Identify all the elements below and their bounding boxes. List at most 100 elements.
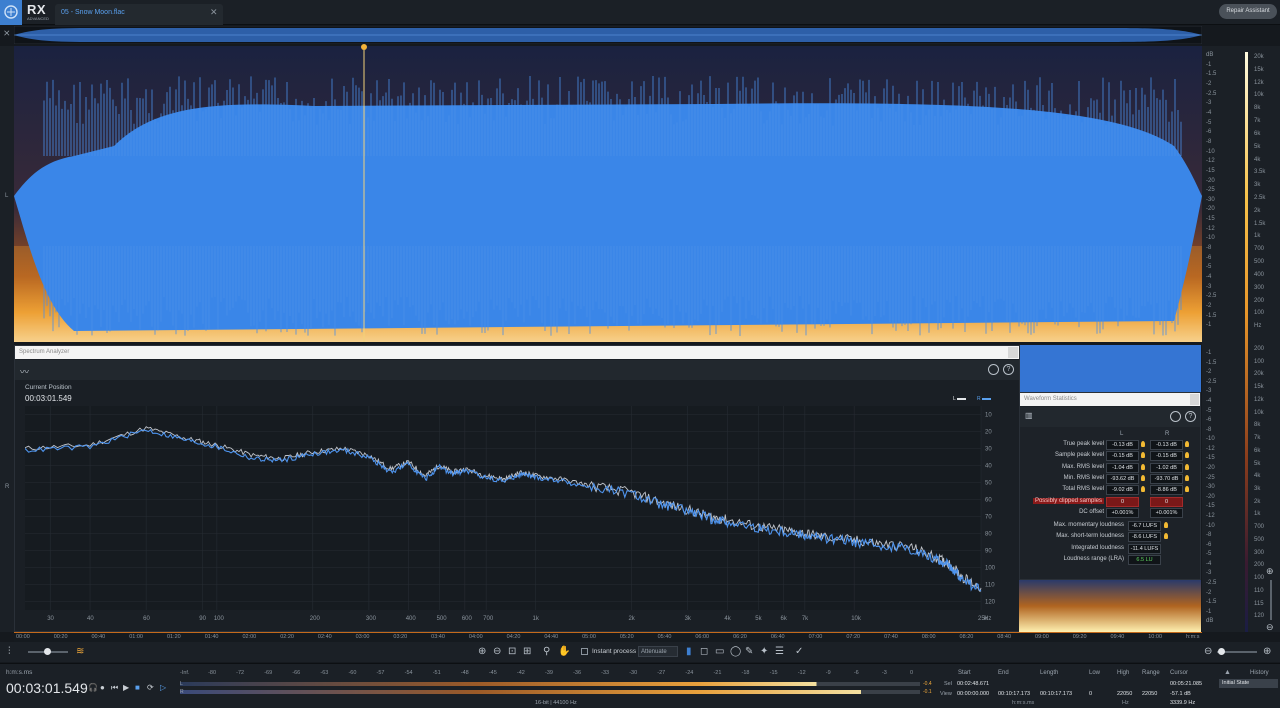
hz-tick-label-lower: 200 (1254, 346, 1265, 352)
meter-tick-label: -36 (573, 670, 582, 676)
stat-value-left: +0.001% (1106, 507, 1139, 518)
stat-row: Total RMS level -9.02 dB -8.86 dB (1020, 485, 1200, 496)
waveform-statistics-close-button[interactable] (1190, 394, 1199, 405)
spectrum-plot[interactable]: 10 20 30 40 50 60 70 80 90 100 110 120 30 40 60 90 100 2… (25, 406, 1015, 628)
help-button[interactable]: ? (1185, 411, 1196, 422)
view-end[interactable]: 00:10:17.173 (998, 691, 1030, 697)
play-selection-icon[interactable]: ▷ (160, 683, 166, 692)
history-item[interactable]: Initial State (1219, 679, 1278, 688)
instant-process-label: Instant process (592, 648, 637, 655)
frequency-zoom-knob[interactable] (1218, 648, 1225, 655)
headphones-icon[interactable]: 🎧 (88, 683, 98, 692)
magic-wand-icon[interactable]: ✦ (760, 646, 768, 657)
blend-slider-knob[interactable] (44, 648, 51, 655)
skip-back-icon[interactable]: ⏮ (111, 683, 118, 693)
hz-tick-label: 6k (1254, 130, 1261, 137)
zoom-selection-icon[interactable]: ⊡ (508, 646, 516, 657)
time-frequency-selection-icon[interactable]: ▭ (715, 646, 724, 657)
overview-waveform[interactable] (13, 25, 1203, 45)
db-tick-label: dB (1206, 52, 1214, 58)
app-menu-icon[interactable] (0, 0, 22, 25)
history-collapse-icon[interactable]: ▲ (1224, 669, 1231, 676)
frequency-zoom-in-icon[interactable]: ⊕ (1263, 646, 1271, 657)
time-tick-label: 09:40 (1110, 634, 1125, 640)
spectrum-analyzer-close-button[interactable] (1008, 347, 1018, 358)
playhead-marker[interactable] (361, 44, 367, 50)
x-tick-label: 200 (310, 616, 321, 622)
stop-icon[interactable]: ■ (135, 683, 140, 692)
collapse-icon[interactable]: ⨯ (3, 28, 11, 39)
help-button[interactable]: ? (1003, 364, 1014, 375)
channel-label-left: L (5, 193, 9, 199)
peak-locate-icon[interactable] (1185, 474, 1189, 481)
zoom-fit-icon[interactable]: ⊞ (523, 646, 531, 657)
peak-locate-icon[interactable] (1141, 441, 1145, 447)
db-tick-label-lower: -15 (1206, 503, 1215, 510)
secondary-view-top (1019, 345, 1201, 392)
instant-process-checkbox[interactable] (581, 648, 588, 655)
loudness-locate-icon[interactable] (1164, 522, 1168, 528)
peak-locate-icon[interactable] (1141, 474, 1145, 481)
high-value[interactable]: 22050 (1117, 691, 1132, 697)
zoom-slider[interactable] (1270, 580, 1272, 620)
view-length[interactable]: 00:10:17.173 (1040, 691, 1072, 697)
hz-tick-label-lower: 3k (1254, 486, 1261, 492)
time-tick-label: 02:00 (242, 634, 257, 640)
record-icon[interactable]: ● (100, 683, 105, 692)
time-format-select[interactable]: h:m:s.ms (6, 669, 32, 676)
loop-icon[interactable]: ⟳ (147, 683, 154, 692)
play-icon[interactable]: ▶ (123, 683, 129, 692)
waveform-statistics-title[interactable]: Waveform Statistics (1020, 393, 1200, 406)
zoom-out-icon[interactable]: ⊖ (1266, 622, 1274, 633)
time-selection-icon[interactable]: ▮ (686, 646, 692, 657)
peak-locate-icon[interactable] (1141, 486, 1145, 493)
peak-locate-icon[interactable] (1185, 486, 1189, 493)
frequency-selection-icon[interactable]: ◻ (700, 646, 708, 657)
db-tick-label: -4 (1206, 109, 1212, 116)
waveform-view-icon[interactable]: ⫶ (8, 646, 11, 657)
repair-assistant-button[interactable]: Repair Assistant (1219, 4, 1277, 19)
gear-icon[interactable] (1170, 411, 1181, 422)
harmonics-icon[interactable]: ☰ (775, 646, 784, 657)
selection-feathering-icon[interactable]: ✓ (795, 646, 803, 657)
peak-locate-icon[interactable] (1141, 452, 1145, 459)
low-value[interactable]: 0 (1089, 691, 1092, 697)
zoom-in-icon[interactable]: ⊕ (478, 646, 486, 657)
peak-locate-icon[interactable] (1185, 463, 1189, 470)
gear-icon[interactable] (988, 364, 999, 375)
sel-start[interactable]: 00:02:48.671 (957, 681, 989, 687)
zoom-out-icon[interactable]: ⊖ (493, 646, 501, 657)
spectrum-analyzer-panel: Spectrum Analyzer 〰 ? Current Position 0… (14, 345, 1020, 632)
zoom-in-icon[interactable]: ⊕ (1266, 566, 1274, 577)
view-start[interactable]: 00:00:00.000 (957, 691, 989, 697)
hz-tick-label-lower: 500 (1254, 536, 1265, 543)
high-header: High (1117, 670, 1130, 676)
db-tick-label: -5 (1206, 119, 1212, 126)
time-tick-label: 07:20 (846, 634, 861, 640)
waveform-spectrogram-view[interactable] (14, 46, 1202, 342)
hand-icon[interactable]: ✋ (558, 646, 570, 657)
peak-locate-icon[interactable] (1141, 463, 1145, 470)
time-ruler[interactable]: 00:00 00:20 00:40 01:00 01:20 01:40 02:00 02:20… (14, 632, 1202, 642)
file-tab[interactable]: 05 - Snow Moon.flac ✕ (55, 4, 223, 25)
loudness-locate-icon[interactable] (1164, 533, 1168, 540)
close-icon[interactable]: ✕ (210, 7, 218, 18)
peak-locate-icon[interactable] (1185, 441, 1189, 447)
instant-process-mode-select[interactable]: Attenuate (638, 646, 678, 657)
range-value[interactable]: 22050 (1142, 691, 1157, 697)
lasso-icon[interactable]: ◯ (730, 646, 741, 657)
peak-locate-icon[interactable] (1185, 452, 1189, 459)
meter-label-left: L (180, 681, 183, 687)
magnify-icon[interactable]: ⚲ (543, 646, 550, 657)
spectrogram-view-icon[interactable]: ≋ (76, 646, 84, 657)
stat-label: Sample peak level (1054, 452, 1104, 459)
stat-value-right: -93.70 dB (1150, 473, 1183, 484)
frequency-zoom-out-icon[interactable]: ⊖ (1204, 646, 1212, 657)
y-tick-label: 60 (985, 498, 992, 504)
db-tick-label-lower: dB (1206, 618, 1214, 625)
stat-value-right: 0 (1150, 496, 1183, 507)
cursor-time: 00:05:21.085 (1170, 681, 1203, 687)
db-tick-label-lower: -5 (1206, 407, 1212, 414)
spectrum-analyzer-title[interactable]: Spectrum Analyzer (15, 346, 1019, 359)
brush-icon[interactable]: ✎ (745, 646, 753, 657)
